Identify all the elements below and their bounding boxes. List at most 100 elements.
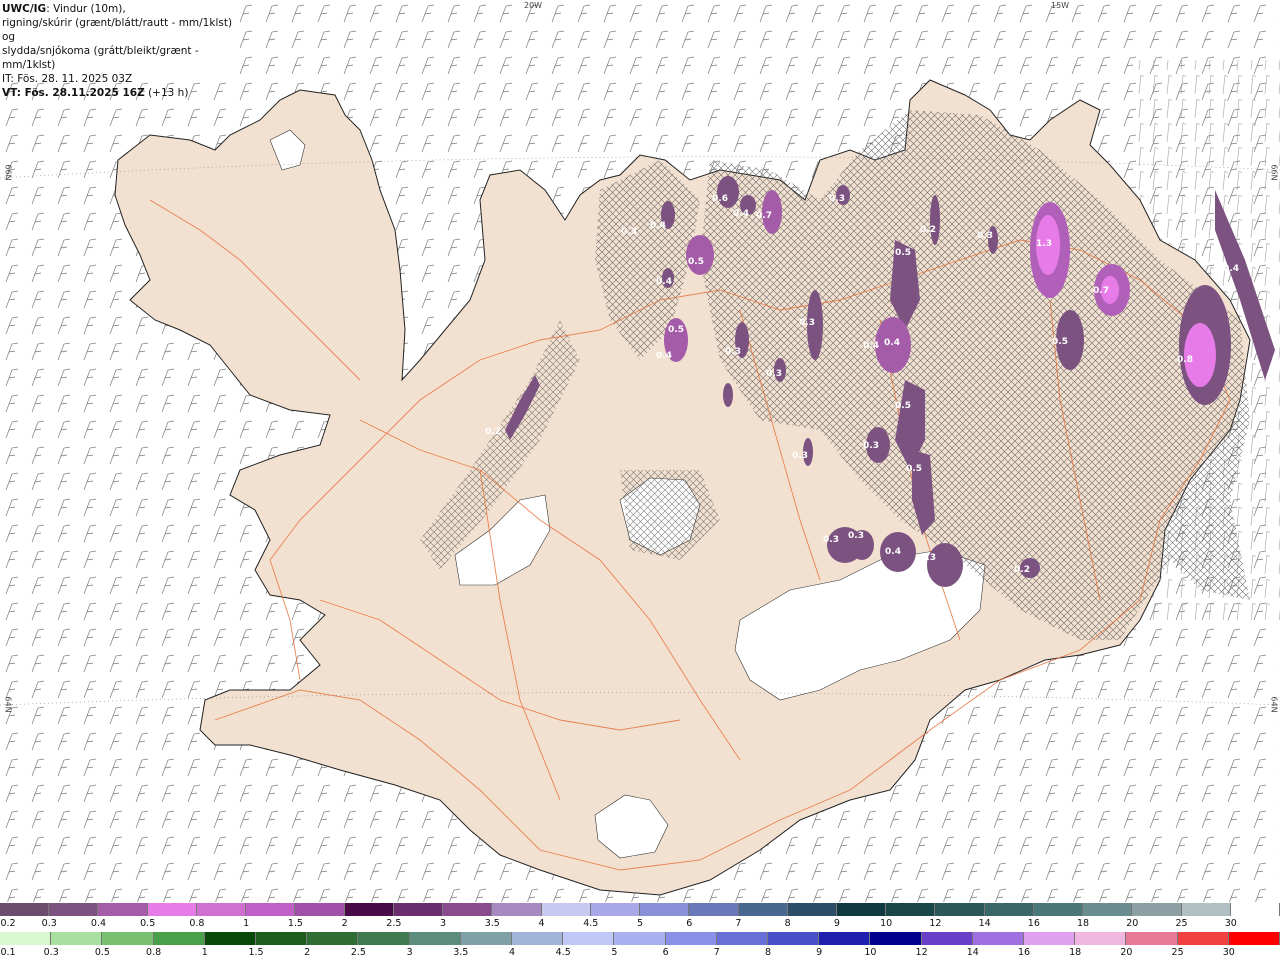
precip-value: 0.4: [656, 351, 672, 361]
legend-snow-tick-label: 0.8: [189, 918, 205, 929]
legend-snow-swatch: [393, 903, 444, 916]
lat-label-right-64n: 64N: [1269, 696, 1279, 713]
legend-snow-tick-label: 2.5: [386, 918, 402, 929]
legend-snow-tick-label: 6: [686, 918, 693, 929]
legend-snow-tick-label: 10: [880, 918, 893, 929]
legend-snow-swatch: [738, 903, 788, 916]
precip-value: 0.4: [863, 341, 879, 351]
legend-snow-tick-label: 30: [1224, 918, 1237, 929]
legend-snow-tick-label: 9: [833, 918, 840, 929]
legend-snow-swatch: [640, 903, 690, 916]
valid-time: VT: Fös. 28.11.2025 16Z: [2, 87, 145, 99]
legend-rain-swatch: [51, 932, 103, 945]
legend-snow-swatch: [49, 903, 99, 916]
legend-rain-tick-label: 4.5: [555, 947, 571, 958]
legend-snow-swatch: [1132, 903, 1182, 916]
precip-value: 1.3: [1036, 239, 1052, 249]
legend-rain-tick-label: 1: [201, 947, 208, 958]
precip-value: 0.3: [792, 451, 808, 461]
legend-rain-swatch: [1228, 932, 1280, 945]
map-title-box: UWC/IG: Vindur (10m), rigning/skúrir (gr…: [0, 0, 240, 99]
legend-snow-tick-label: 3.5: [484, 918, 500, 929]
init-time: IT: Fös. 28. 11. 2025 03Z: [2, 73, 133, 85]
precip-value: 0.3: [977, 231, 993, 241]
legend-snow-tick-label: 1: [243, 918, 250, 929]
legend-rain-tick-label: 5: [611, 947, 618, 958]
legend-snow-swatch: [541, 903, 591, 916]
legend-snow-swatch: [836, 903, 887, 916]
legend-snow-tick-label: 0.2: [0, 918, 16, 929]
precip-value: 0.3: [920, 553, 936, 563]
legend-rain-tick-label: 0.8: [146, 947, 162, 958]
precip-value: 0.3: [621, 227, 637, 237]
legend-snow-tick-label: 7: [735, 918, 742, 929]
legend-rain-swatch: [1075, 932, 1127, 945]
lat-label-left-66n: 66N: [3, 164, 13, 181]
legend-snow-tick-label: 3: [440, 918, 447, 929]
title-line-3: slydda/snjókoma (grátt/bleikt/grænt - mm…: [2, 45, 199, 71]
precip-value: 0.4: [1223, 264, 1239, 274]
legend-snow-swatch: [246, 903, 296, 916]
legend-snow-tick-label: 18: [1077, 918, 1090, 929]
legend-snow-swatch: [344, 903, 394, 916]
legend-rain-tick-label: 3: [406, 947, 413, 958]
legend-rain-tick-label: 10: [864, 947, 877, 958]
legend-snow-tick-label: 0.5: [140, 918, 156, 929]
legend-snow-tick-label: 20: [1126, 918, 1139, 929]
legend-rain-tick-label: 4: [508, 947, 516, 958]
legend-rain-tick-label: 16: [1017, 947, 1031, 958]
legend-snow-tick-label: 0.3: [41, 918, 57, 929]
legend-snow-swatch: [443, 903, 493, 916]
legend-snow-swatch: [1083, 903, 1133, 916]
precip-value: 0.2: [1014, 565, 1030, 575]
legend-rain-swatch: [204, 932, 257, 945]
legend-rain-tick-label: 14: [966, 947, 979, 958]
legend-snow-swatch: [98, 903, 148, 916]
valid-time-line: VT: Fös. 28.11.2025 16Z (+13 h): [2, 86, 240, 100]
legend-rain-tick-label: 30: [1222, 947, 1235, 958]
legend-rain-swatch: [460, 932, 513, 945]
legend-snow-tick-label: 12: [929, 918, 942, 929]
precip-value: 0.4: [885, 547, 901, 557]
lon-label-15w: 15W: [1051, 1, 1070, 10]
legend-snow-swatch: [787, 903, 837, 916]
precip-value: 0.3: [829, 194, 845, 204]
legend-rain-tick-label: 2.5: [350, 947, 366, 958]
legend-snow-tick-label: 8: [784, 918, 791, 929]
legend-rain-swatch: [716, 932, 769, 945]
legend-rain-swatch: [409, 932, 461, 945]
legend-snow-tick-label: 5: [636, 918, 644, 929]
precip-value: 0.5: [895, 401, 911, 411]
lat-label-left-64n: 64N: [3, 696, 13, 713]
legend-rain-tick-label: 18: [1069, 947, 1082, 958]
legend-rain-tick-label: 7: [713, 947, 720, 958]
lat-label-right-66n: 66N: [1269, 164, 1279, 181]
title-variable: : Vindur (10m),: [46, 3, 126, 15]
legend-rain-swatch: [972, 932, 1025, 945]
weather-map: 0.6 0.4 0.7 0.3 0.5 0.5 1.3 0.7 0.5 0.8 …: [0, 0, 1280, 902]
precip-value: 0.7: [756, 211, 772, 221]
precip-value: 0.4: [884, 338, 900, 348]
legend-snow-tick-label: 1.5: [287, 918, 303, 929]
legend-snow-swatch: [886, 903, 936, 916]
precip-value: 0.5: [1052, 337, 1068, 347]
legend-snow-swatch: [0, 903, 50, 916]
precip-value: 0.6: [712, 194, 728, 204]
legend-snow-swatch: [1033, 903, 1084, 916]
title-line-2: rigning/skúrir (grænt/blátt/rautt - mm/1…: [2, 17, 233, 43]
legend-rain-swatch: [870, 932, 922, 945]
legend-rain-labels: 0.1 0.3 0.5 0.8 1 1.5 2 2.5 3 3.5 4 4.5 5 6 7 8 9 10 12 14 1…: [0, 947, 1280, 960]
model-name: UWC/IG: [2, 3, 47, 15]
legend-rain-swatch: [153, 932, 205, 945]
legend-snow-labels: 0.2 0.3 0.4 0.5 0.8 1 1.5 2 2.5 3 3.5 4 4.5 5 6 7 8 9 10 12…: [0, 918, 1280, 931]
legend-snow-tick-label: 25: [1175, 918, 1188, 929]
precip-value: 0.3: [725, 347, 741, 357]
legend-snow-swatch: [984, 903, 1034, 916]
legend-snow-colorbar: [0, 903, 1280, 916]
legend-rain-swatch: [768, 932, 820, 945]
legend-snow-tick-label: 2: [341, 918, 348, 929]
legend-rain-swatch: [102, 932, 154, 945]
legend-rain-tick-label: 6: [662, 947, 669, 958]
legend-rain-swatch: [256, 932, 308, 945]
color-legend: 0.2 0.3 0.4 0.5 0.8 1 1.5 2 2.5 3 3.5 4 4.5 5 6 7 8 9 10 12…: [0, 902, 1280, 960]
